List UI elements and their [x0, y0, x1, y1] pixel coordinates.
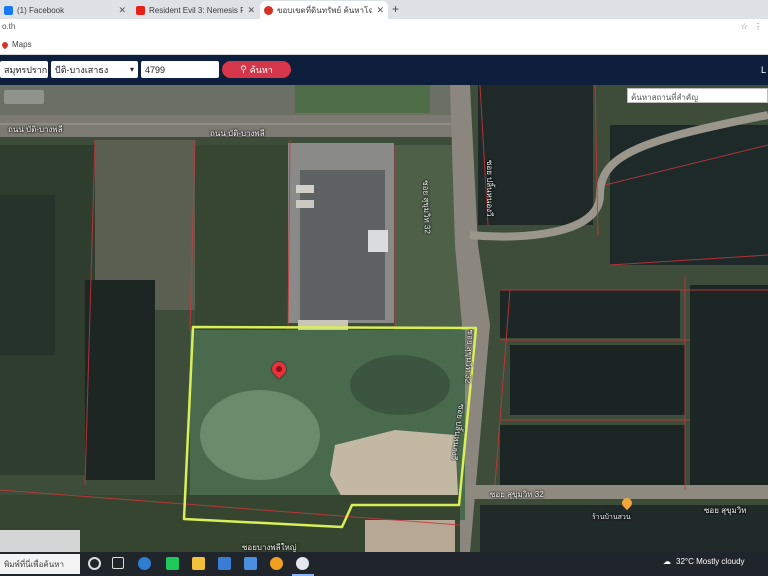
address-bar[interactable]: o.th ☆ ⋮: [0, 19, 768, 37]
poi-label: ร้านบ้านสวน: [592, 514, 631, 521]
store-icon[interactable]: [244, 557, 257, 570]
road-label: ซอยบางพลีใหญ่: [242, 543, 297, 552]
taskbar-search-input[interactable]: พิมพ์ที่นี่เพื่อค้นหา: [0, 554, 80, 574]
bookmarks-bar: Maps: [0, 37, 768, 55]
close-tab-icon[interactable]: ✕: [376, 5, 384, 16]
road-label: ถนน บัติ-บางพลี: [8, 125, 63, 134]
road-label: ซอย ปลิ้นหนองวี: [485, 160, 494, 217]
cortana-icon[interactable]: [88, 557, 101, 570]
district-select[interactable]: บีติ-บางเสาธง ▾: [51, 61, 138, 78]
app-icon[interactable]: [270, 557, 283, 570]
search-button-label: ค้นหา: [249, 64, 273, 75]
province-select[interactable]: สมุทรปราการ ▾: [0, 61, 61, 78]
map-zoom-control[interactable]: [4, 90, 44, 104]
url-text: o.th: [2, 22, 16, 31]
road-label: ซอย สุขุมวิท 32: [421, 180, 432, 235]
district-value: บีติ-บางเสาธง: [55, 64, 109, 75]
browser-tab-strip: (1) Facebook ✕ Resident Evil 3: Nemesis …: [0, 0, 768, 19]
new-tab-button[interactable]: +: [392, 2, 399, 16]
weather-text[interactable]: 32°C Mostly cloudy: [676, 557, 745, 566]
location-pin-icon: [264, 5, 273, 15]
taskbar: พิมพ์ที่นี่เพื่อค้นหา ☁ 32°C Mostly clou…: [0, 552, 768, 576]
tab-youtube[interactable]: Resident Evil 3: Nemesis Remastered ✕: [132, 1, 259, 19]
road-label: ซอย สุขุมวิท 32: [490, 490, 544, 499]
maps-icon: [0, 40, 10, 49]
province-value: สมุทรปราการ: [4, 64, 58, 75]
bookmark-label: Maps: [12, 40, 32, 49]
tab-landsmaps[interactable]: ขอบเขตที่ดินทรัพย์ ค้นหาโฉนดที่ดิน | Lan…: [260, 1, 388, 19]
parcel-number-value: 4799: [145, 64, 166, 75]
place-search-input[interactable]: ค้นหาสถานที่สำคัญ: [627, 88, 768, 103]
chrome-icon[interactable]: [296, 557, 309, 570]
search-button[interactable]: ⚲ ค้นหา: [222, 61, 291, 78]
parcel-number-input[interactable]: 4799: [141, 61, 219, 78]
file-explorer-icon[interactable]: [192, 557, 205, 570]
app-header: สมุทรปราการ ▾ บีติ-บางเสาธง ▾ 4799 ⚲ ค้น…: [0, 55, 768, 85]
close-tab-icon[interactable]: ✕: [118, 5, 126, 16]
tab-title: ขอบเขตที่ดินทรัพย์ ค้นหาโฉนดที่ดิน | Lan…: [277, 5, 373, 15]
weather-icon[interactable]: ☁: [663, 557, 671, 566]
road-label: ซอย สุขุมวิท: [704, 506, 747, 515]
edge-icon[interactable]: [138, 557, 151, 570]
user-menu-button[interactable]: L: [761, 65, 766, 75]
task-view-icon[interactable]: [112, 557, 124, 569]
browser-menu-icon[interactable]: ☆ ⋮: [741, 22, 764, 31]
map-imagery: [0, 85, 768, 552]
mail-icon[interactable]: [218, 557, 231, 570]
line-icon[interactable]: [166, 557, 179, 570]
youtube-icon: [136, 5, 145, 15]
search-icon: ⚲: [240, 64, 247, 74]
road-label: ถนน บัติ-บางพลี: [210, 129, 265, 138]
tab-facebook[interactable]: (1) Facebook ✕: [0, 1, 130, 19]
satellite-map[interactable]: ถนน บัติ-บางพลี ถนน บัติ-บางพลี ซอย สุขุ…: [0, 85, 768, 552]
bookmark-maps[interactable]: Maps: [0, 40, 32, 49]
close-tab-icon[interactable]: ✕: [247, 5, 255, 16]
chevron-down-icon: ▾: [129, 65, 134, 74]
tab-title: Resident Evil 3: Nemesis Remastered: [149, 5, 244, 15]
facebook-icon: [4, 5, 13, 15]
tab-title: (1) Facebook: [17, 5, 65, 15]
